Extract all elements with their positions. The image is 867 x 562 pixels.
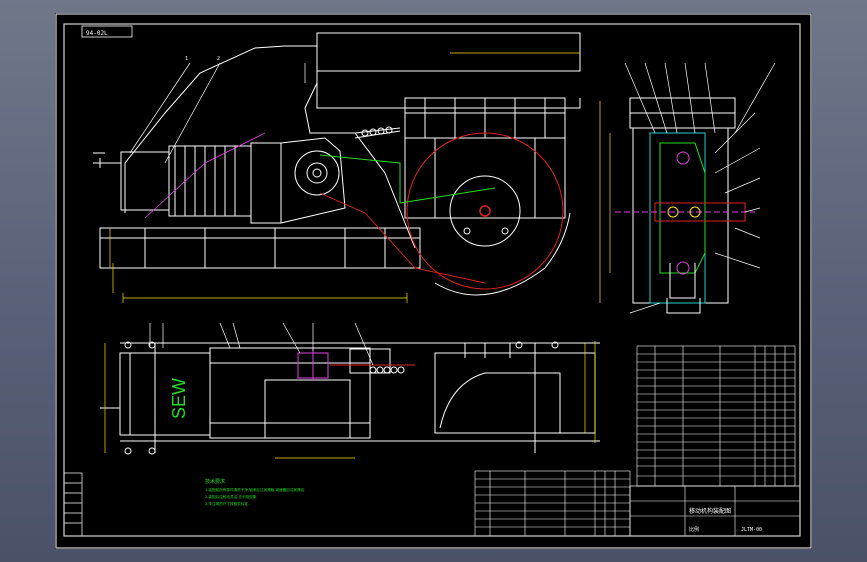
drawing-tag: 94-02L — [81, 25, 133, 38]
drawing-sheet[interactable]: 94-02L 1 2 SEW 技术要求 1.装配前所有零件清洗干净,轴承加注润滑… — [55, 13, 812, 549]
section-leaders — [624, 62, 776, 314]
drawing-number: JLTM-00 — [741, 527, 762, 533]
technical-notes: 技术要求 1.装配前所有零件清洗干净,轴承加注润滑脂,减速器加注润滑油. 2.装… — [205, 478, 305, 506]
motor-brand-mark: SEW — [169, 378, 189, 419]
belt-line — [319, 154, 496, 204]
svg-text:1: 1 — [185, 56, 188, 62]
plan-leaders — [149, 322, 374, 366]
drawing-tag-text: 94-02L — [86, 30, 108, 37]
drawing-canvas: 94-02L 1 2 SEW 技术要求 1.装配前所有零件清洗干净,轴承加注润滑… — [55, 13, 812, 549]
front-leaders: 1 2 — [129, 56, 306, 164]
plan-colored-parts — [297, 348, 415, 381]
section-view — [615, 97, 755, 314]
title-block: 移动机构装配图 JLTM-00 比例 — [629, 485, 801, 537]
drive-wheel — [406, 132, 571, 296]
notes-line-2: 2.装配后应转动灵活,无卡阻现象. — [205, 494, 257, 499]
svg-text:2: 2 — [217, 56, 220, 62]
notes-line-1: 1.装配前所有零件清洗干净,轴承加注润滑脂,减速器加注润滑油. — [205, 487, 305, 492]
notes-heading: 技术要求 — [205, 478, 225, 485]
parts-list-right — [636, 345, 796, 487]
section-dimensions — [599, 101, 611, 303]
scale-label: 比例 — [689, 526, 699, 533]
revision-block — [63, 472, 83, 537]
parts-list-bottom — [474, 470, 631, 537]
inner-frame — [63, 23, 801, 537]
drawing-name: 移动机构装配图 — [689, 507, 731, 515]
notes-line-3: 3.未注明的尺寸按相关标准. — [205, 501, 249, 506]
